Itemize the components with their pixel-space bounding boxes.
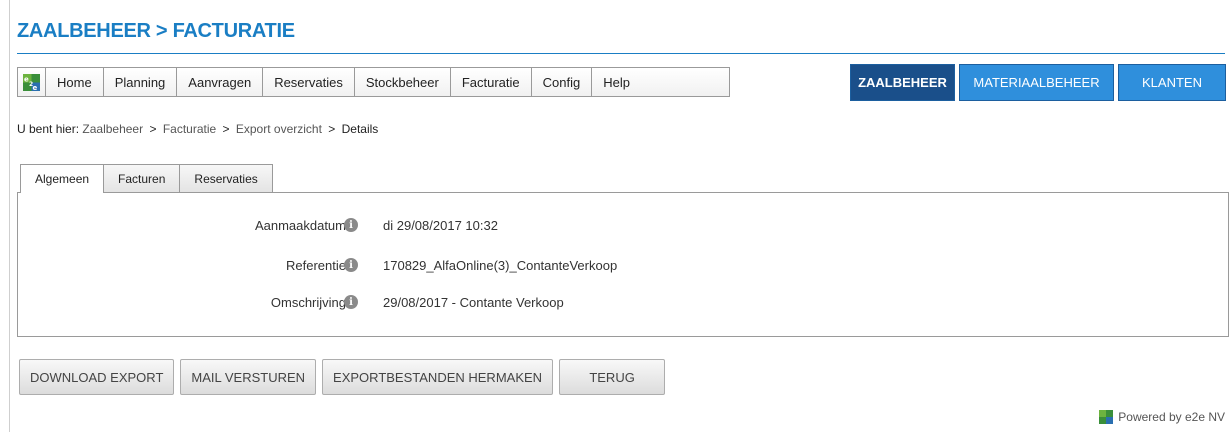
- tab-facturen[interactable]: Facturen: [103, 164, 181, 192]
- breadcrumb-item-details: Details: [341, 122, 379, 136]
- menu-item-aanvragen[interactable]: Aanvragen: [177, 68, 264, 96]
- page-title: ZAALBEHEER > FACTURATIE: [17, 20, 295, 42]
- menu-item-planning[interactable]: Planning: [104, 68, 178, 96]
- omschrijving-row: Omschrijving i 29/08/2017 - Contante Ver…: [18, 292, 1228, 312]
- breadcrumb-item-export-overzicht[interactable]: Export overzicht: [236, 122, 322, 136]
- omschrijving-label: Omschrijving: [270, 294, 346, 310]
- breadcrumb-separator: >: [328, 122, 336, 136]
- zaalbeheer-module-button[interactable]: ZAALBEHEER: [850, 64, 955, 101]
- download-export-button[interactable]: DOWNLOAD EXPORT: [19, 359, 175, 395]
- powered-by: Powered by e2e NV: [1099, 410, 1225, 424]
- page-frame: [9, 0, 10, 432]
- terug-button[interactable]: TERUG: [559, 359, 666, 395]
- breadcrumb: U bent hier: Zaalbeheer > Facturatie > E…: [17, 122, 378, 136]
- aanmaakdatum-label: Aanmaakdatum: [254, 217, 346, 233]
- aanmaakdatum-row: Aanmaakdatum i di 29/08/2017 10:32: [18, 215, 1228, 235]
- menu-item-help[interactable]: Help: [592, 68, 641, 96]
- menu-item-facturatie[interactable]: Facturatie: [451, 68, 532, 96]
- mail-versturen-button[interactable]: MAIL VERSTUREN: [180, 359, 317, 395]
- info-icon[interactable]: i: [344, 295, 358, 309]
- svg-text:2: 2: [29, 81, 33, 88]
- menu-item-home[interactable]: Home: [46, 68, 104, 96]
- title-divider: [17, 53, 1225, 54]
- menu-logo-cell: e e 2: [18, 68, 46, 96]
- menu-item-stockbeheer[interactable]: Stockbeheer: [355, 68, 451, 96]
- referentie-label: Referentie: [286, 257, 346, 273]
- breadcrumb-item-zaalbeheer[interactable]: Zaalbeheer: [82, 122, 143, 136]
- info-icon[interactable]: i: [344, 258, 358, 272]
- menu-item-reservaties[interactable]: Reservaties: [263, 68, 355, 96]
- details-panel: Aanmaakdatum i di 29/08/2017 10:32 Refer…: [17, 192, 1229, 337]
- e2e-logo-icon: [1099, 410, 1114, 424]
- breadcrumb-separator: >: [149, 122, 157, 136]
- main-menu: e e 2 Home Planning Aanvragen Reservatie…: [17, 67, 730, 97]
- powered-by-text[interactable]: Powered by e2e NV: [1118, 410, 1225, 424]
- svg-text:e: e: [33, 84, 38, 91]
- referentie-value: 170829_AlfaOnline(3)_ContanteVerkoop: [383, 257, 618, 273]
- e2e-logo-icon: e e 2: [23, 73, 40, 92]
- omschrijving-value: 29/08/2017 - Contante Verkoop: [383, 294, 564, 310]
- menu-item-config[interactable]: Config: [532, 68, 593, 96]
- detail-tabs: Algemeen Facturen Reservaties: [20, 164, 273, 193]
- breadcrumb-separator: >: [222, 122, 230, 136]
- referentie-row: Referentie i 170829_AlfaOnline(3)_Contan…: [18, 255, 1228, 275]
- breadcrumb-prefix: U bent hier:: [17, 122, 80, 136]
- info-icon[interactable]: i: [344, 218, 358, 232]
- tab-reservaties[interactable]: Reservaties: [179, 164, 273, 192]
- breadcrumb-item-facturatie[interactable]: Facturatie: [163, 122, 216, 136]
- aanmaakdatum-value: di 29/08/2017 10:32: [383, 217, 498, 233]
- tab-algemeen[interactable]: Algemeen: [20, 164, 105, 193]
- klanten-module-button[interactable]: KLANTEN: [1118, 64, 1226, 101]
- materiaalbeheer-module-button[interactable]: MATERIAALBEHEER: [959, 64, 1114, 101]
- exportbestanden-hermaken-button[interactable]: EXPORTBESTANDEN HERMAKEN: [322, 359, 554, 395]
- action-bar: DOWNLOAD EXPORT MAIL VERSTUREN EXPORTBES…: [19, 359, 671, 395]
